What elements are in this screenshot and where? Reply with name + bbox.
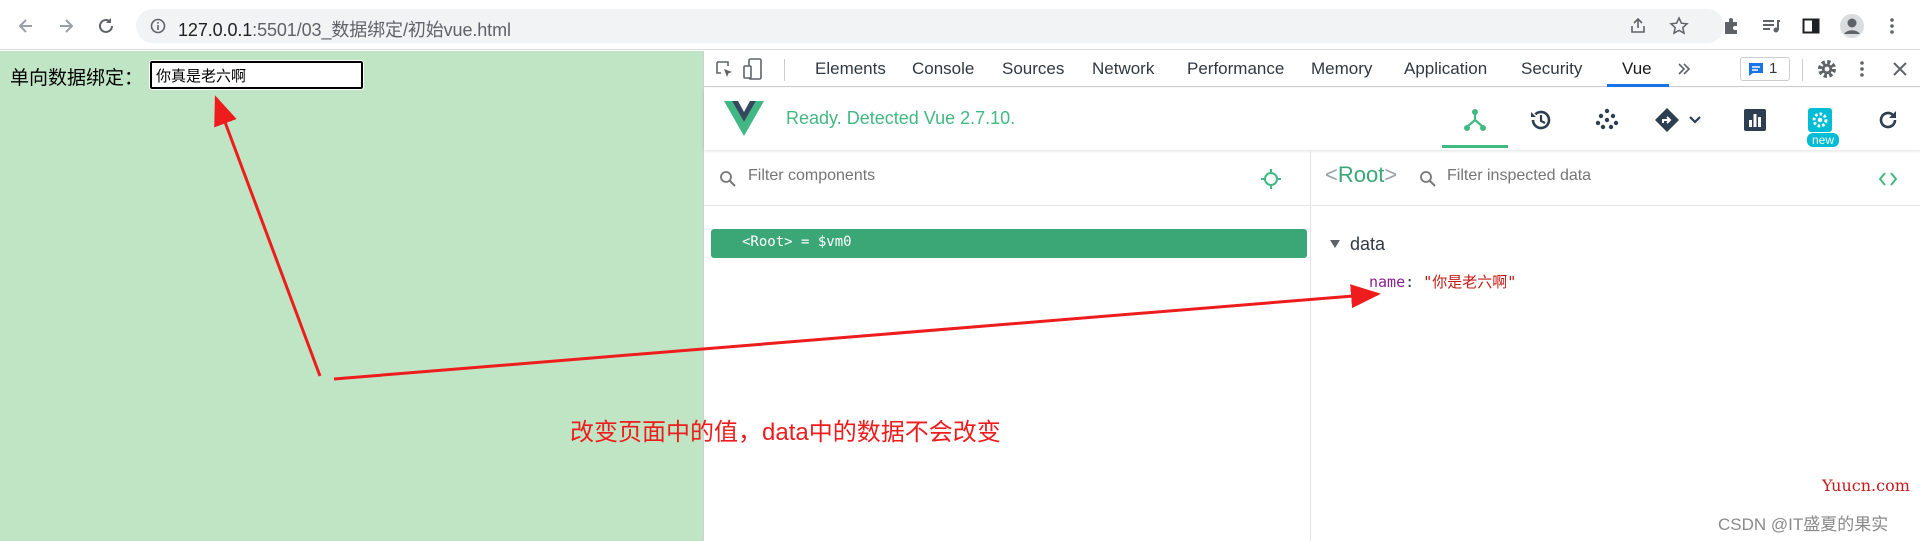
performance-button[interactable] [1735,100,1775,140]
root-component-row[interactable]: <Root> = $vm0 [711,229,1307,258]
vue-logo-icon [724,101,764,136]
inspect-element-icon[interactable] [714,59,736,81]
tab-vue[interactable]: Vue [1622,59,1652,79]
active-view-indicator [1442,145,1508,148]
back-button[interactable] [12,12,40,40]
settings-gear-icon[interactable] [1816,58,1838,80]
component-filter-bar [704,151,1311,206]
page-viewport: 单向数据绑定： [0,51,703,541]
new-badge: new [1807,133,1840,147]
plugins-button[interactable] [1587,100,1627,140]
refresh-button[interactable] [1868,100,1908,140]
reload-icon [99,18,113,33]
name-input[interactable] [149,60,364,90]
one-way-binding-label: 单向数据绑定： [10,68,144,89]
more-vertical-icon [1890,18,1894,34]
property-value[interactable]: "你是老六啊" [1423,273,1516,291]
property-key: name [1369,273,1406,291]
refresh-icon [1879,111,1897,129]
filter-inspected-data-input[interactable] [1447,167,1807,185]
arrow-left-icon [18,19,32,33]
search-icon [1420,171,1436,187]
share-icon[interactable] [1629,17,1647,35]
more-vertical-icon[interactable] [1852,59,1872,79]
issues-message-icon [1749,63,1763,76]
device-toolbar-icon[interactable] [742,57,764,81]
settings-gear-icon [1808,108,1832,132]
collapse-caret-icon[interactable] [1329,239,1341,249]
playlist-icon [1763,20,1780,33]
chevron-down-icon [1689,116,1701,124]
forward-button[interactable] [52,12,80,40]
more-tabs-chevron-icon[interactable] [1676,61,1692,77]
vue-devtools-header: Ready. Detected Vue 2.7.10. new [704,88,1920,150]
component-tree-pane: <Root> = $vm0 [704,151,1311,541]
profile-button[interactable] [1838,12,1866,40]
history-icon [1531,110,1551,130]
dots-grid-icon [1595,108,1619,130]
toolbar-divider [1802,59,1803,81]
issues-button[interactable]: 1 [1740,57,1790,81]
tab-console[interactable]: Console [912,59,974,79]
inspected-component-title: <Root> [1325,162,1398,187]
chrome-menu-button[interactable] [1878,12,1906,40]
components-button[interactable] [1455,100,1495,140]
data-section-label[interactable]: data [1350,234,1385,255]
side-panel-button[interactable] [1797,12,1825,40]
route-diamond-icon [1655,108,1679,132]
browser-toolbar: 127.0.0.1:5501/03_数据绑定/初始vue.html [0,0,1920,50]
address-bar[interactable]: 127.0.0.1:5501/03_数据绑定/初始vue.html [136,9,1724,43]
tab-security[interactable]: Security [1521,59,1582,79]
puzzle-icon [1725,18,1737,34]
arrow-right-icon [60,19,74,33]
filter-components-input[interactable] [748,167,1248,185]
tab-performance[interactable]: Performance [1187,59,1284,79]
devtools-tab-bar: Elements Console Sources Network Perform… [704,51,1920,87]
component-tree-icon [1464,109,1486,131]
code-brackets-icon[interactable] [1878,170,1898,188]
media-controls-button[interactable] [1757,12,1785,40]
avatar-icon [1840,14,1864,38]
watermark-site: Yuucn.com [1822,476,1910,495]
bar-chart-icon [1744,109,1766,131]
issues-count: 1 [1769,60,1778,77]
toolbar-divider [784,59,785,81]
timeline-button[interactable] [1521,100,1561,140]
tab-memory[interactable]: Memory [1311,59,1372,79]
active-tab-indicator [1607,84,1669,87]
watermark-author: CSDN @IT盛夏的果实 [1718,515,1889,534]
vue-detected-status: Ready. Detected Vue 2.7.10. [786,108,1016,128]
devtools-panel: Elements Console Sources Network Perform… [703,51,1920,541]
info-icon [150,18,166,34]
annotation-text: 改变页面中的值，data中的数据不会改变 [570,419,1001,446]
search-icon [720,171,736,187]
tab-sources[interactable]: Sources [1002,59,1064,79]
url-text[interactable]: 127.0.0.1:5501/03_数据绑定/初始vue.html [178,16,511,42]
inspector-header: <Root> [1312,151,1920,206]
tab-elements[interactable]: Elements [815,59,886,79]
data-property-row[interactable]: name: "你是老六啊" [1369,271,1516,292]
crosshair-select-icon[interactable] [1260,168,1282,190]
extensions-button[interactable] [1717,12,1745,40]
side-panel-icon [1802,18,1820,34]
tab-application[interactable]: Application [1404,59,1487,79]
routes-dropdown-button[interactable] [1648,100,1708,140]
close-icon[interactable] [1890,59,1910,79]
reload-button[interactable] [92,12,120,40]
tab-network[interactable]: Network [1092,59,1154,79]
bookmark-star-icon[interactable] [1669,16,1689,36]
